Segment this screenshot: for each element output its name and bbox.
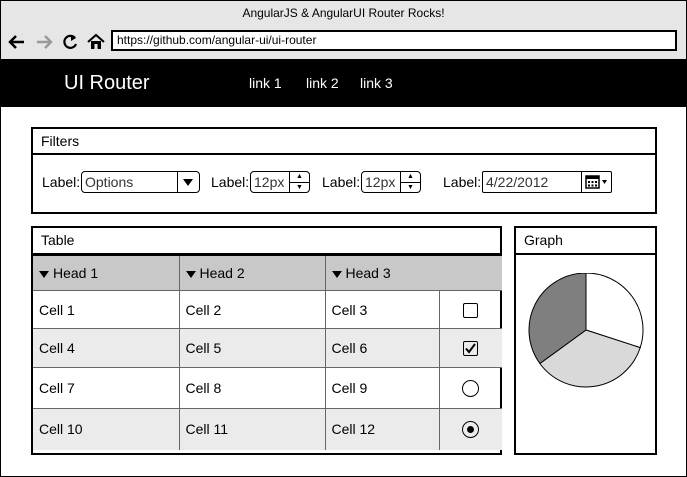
size-stepper-2[interactable]: 12px ▲ ▼ [361, 171, 421, 193]
stepper-down-icon[interactable]: ▼ [290, 182, 309, 192]
window-title: AngularJS & AngularUI Router Rocks! [242, 6, 445, 20]
filters-divider [33, 153, 655, 155]
row-radio-cell [439, 367, 502, 409]
table-cell: Cell 11 [179, 408, 326, 450]
size-stepper-1[interactable]: 12px ▲ ▼ [250, 171, 310, 193]
column-header-2[interactable]: Head 2 [179, 256, 326, 291]
nav-link-3[interactable]: link 3 [360, 59, 393, 107]
options-select[interactable]: Options [81, 171, 200, 193]
graph-panel: Graph [514, 226, 657, 455]
brand-title[interactable]: UI Router [64, 59, 150, 107]
table-panel: Table Head 1 Head 2 Head 3 Cell 1 Cell 2… [31, 226, 502, 455]
filters-title: Filters [41, 133, 80, 149]
browser-window: AngularJS & AngularUI Router Rocks! http… [0, 0, 687, 477]
table-cell: Cell 12 [325, 408, 440, 450]
sort-down-icon [331, 270, 342, 278]
date-picker[interactable]: 4/22/2012 [482, 171, 612, 193]
filter-label-4: Label: [443, 174, 482, 190]
graph-title: Graph [524, 232, 563, 248]
stepper-2-arrows[interactable]: ▲ ▼ [400, 172, 420, 192]
stepper-up-icon[interactable]: ▲ [401, 172, 420, 182]
back-icon[interactable] [6, 25, 28, 59]
table-cell: Cell 7 [33, 367, 180, 409]
stepper-1-arrows[interactable]: ▲ ▼ [289, 172, 309, 192]
table-cell: Cell 6 [325, 328, 440, 368]
check-icon [465, 343, 477, 354]
table-header-row: Head 1 Head 2 Head 3 [33, 256, 502, 291]
table-cell: Cell 9 [325, 367, 440, 409]
browser-toolbar: https://github.com/angular-ui/ui-router [1, 25, 686, 59]
stepper-down-icon[interactable]: ▼ [401, 182, 420, 192]
pie-chart [528, 273, 644, 388]
stepper-up-icon[interactable]: ▲ [290, 172, 309, 182]
column-header-3[interactable]: Head 3 [325, 256, 502, 291]
nav-link-2[interactable]: link 2 [306, 59, 339, 107]
chevron-down-icon[interactable] [177, 172, 199, 192]
filter-label-1: Label: [42, 174, 81, 190]
sort-down-icon [39, 270, 49, 278]
calendar-icon[interactable] [581, 172, 611, 192]
data-table: Head 1 Head 2 Head 3 Cell 1 Cell 2 Cell … [33, 256, 502, 450]
app-header: UI Router link 1 link 2 link 3 [1, 59, 686, 107]
row-checkbox-cell [439, 328, 502, 368]
window-title-bar: AngularJS & AngularUI Router Rocks! [1, 1, 686, 25]
table-row: Cell 4 Cell 5 Cell 6 [33, 328, 502, 368]
table-title: Table [41, 232, 75, 248]
radio-dot-icon [467, 426, 475, 434]
forward-icon[interactable] [33, 25, 55, 59]
row-checkbox-cell [439, 290, 502, 329]
column-header-1[interactable]: Head 1 [33, 256, 180, 291]
home-icon[interactable] [85, 25, 107, 59]
row-radio-cell [439, 408, 502, 450]
table-cell: Cell 3 [325, 290, 440, 329]
reload-icon[interactable] [59, 25, 81, 59]
radio-button[interactable] [462, 379, 480, 397]
nav-link-1[interactable]: link 1 [249, 59, 282, 107]
size-stepper-2-value: 12px [365, 174, 396, 190]
filter-label-2: Label: [211, 174, 250, 190]
size-stepper-1-value: 12px [254, 174, 285, 190]
checkbox[interactable] [463, 302, 479, 318]
graph-divider [516, 253, 655, 255]
table-row: Cell 7 Cell 8 Cell 9 [33, 367, 502, 409]
table-cell: Cell 1 [33, 290, 180, 329]
options-select-value: Options [85, 174, 134, 190]
filter-label-3: Label: [322, 174, 361, 190]
table-row: Cell 1 Cell 2 Cell 3 [33, 290, 502, 329]
checkbox-checked[interactable] [463, 341, 479, 357]
filters-panel: Filters Label: Options Label: 12px ▲ ▼ L… [31, 127, 657, 214]
radio-button-selected[interactable] [462, 421, 480, 439]
date-picker-value: 4/22/2012 [486, 174, 549, 190]
table-cell: Cell 10 [33, 408, 180, 450]
address-bar[interactable]: https://github.com/angular-ui/ui-router [111, 30, 677, 51]
table-cell: Cell 8 [179, 367, 326, 409]
table-cell: Cell 4 [33, 328, 180, 368]
table-cell: Cell 2 [179, 290, 326, 329]
table-cell: Cell 5 [179, 328, 326, 368]
table-row: Cell 10 Cell 11 Cell 12 [33, 408, 502, 450]
sort-down-icon [185, 270, 196, 278]
